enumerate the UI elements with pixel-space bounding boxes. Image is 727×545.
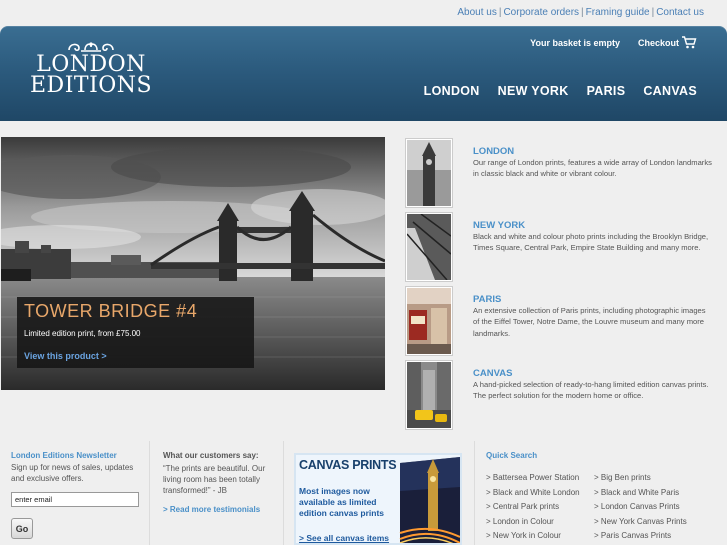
newsletter-text: Sign up for news of sales, updates and e…: [11, 463, 134, 483]
hero-caption: TOWER BRIDGE #4 Limited edition print, f…: [17, 297, 254, 368]
quick-link-bw-london[interactable]: > Black and White London: [486, 487, 594, 499]
quick-search-panel: Quick Search > Battersea Power Station >…: [474, 441, 727, 545]
category-new-york-title[interactable]: NEW YORK: [473, 220, 525, 231]
category-canvas: CANVAS A hand-picked selection of ready-…: [405, 359, 727, 433]
main-nav: LONDON NEW YORK PARIS CANVAS: [424, 84, 697, 98]
quick-link-battersea[interactable]: > Battersea Power Station: [486, 472, 594, 484]
canvas-prints-banner[interactable]: CANVAS PRINTS Most images now available …: [294, 453, 462, 545]
quick-link-bw-paris[interactable]: > Black and White Paris: [594, 487, 726, 499]
top-links: About us | Corporate orders | Framing guide |…: [457, 7, 704, 18]
quick-search-title: Quick Search: [486, 451, 538, 460]
view-product-link[interactable]: View this product >: [24, 351, 247, 361]
footer-section: London Editions Newsletter Sign up for n…: [0, 441, 727, 545]
category-new-york-desc: Black and white and colour photo prints …: [473, 232, 709, 253]
go-button[interactable]: Go: [11, 518, 33, 539]
site-header: LONDON EDITIONS Your basket is empty Che…: [0, 26, 727, 121]
read-more-testimonials-link[interactable]: > Read more testimonials: [163, 505, 271, 514]
quick-link-ny-colour[interactable]: > New York in Colour: [486, 530, 594, 542]
hero-subtitle: Limited edition print, from £75.00: [24, 329, 141, 338]
contact-us-link[interactable]: Contact us: [656, 7, 704, 18]
canvas-big-ben-image: [399, 457, 460, 543]
separator: |: [581, 7, 584, 18]
quick-link-big-ben[interactable]: > Big Ben prints: [594, 472, 726, 484]
nav-canvas[interactable]: CANVAS: [643, 84, 697, 98]
canvas-banner-body: Most images now available as limited edi…: [299, 486, 385, 518]
canvas-thumbnail[interactable]: [405, 360, 453, 430]
london-thumbnail[interactable]: [405, 138, 453, 208]
nav-new-york[interactable]: NEW YORK: [498, 84, 569, 98]
quick-link-ny-canvas[interactable]: > New York Canvas Prints: [594, 516, 726, 528]
category-london: LONDON Our range of London prints, featu…: [405, 137, 727, 211]
new-york-thumbnail[interactable]: [405, 212, 453, 282]
checkout-link[interactable]: Checkout: [638, 38, 679, 48]
quick-link-london-colour[interactable]: > London in Colour: [486, 516, 594, 528]
category-paris: PARIS An extensive collection of Paris p…: [405, 285, 727, 359]
logo-line-1: LONDON: [36, 52, 146, 77]
category-paris-title[interactable]: PARIS: [473, 294, 501, 305]
nav-paris[interactable]: PARIS: [587, 84, 626, 98]
hero-banner[interactable]: TOWER BRIDGE #4 Limited edition print, f…: [1, 137, 385, 390]
category-new-york: NEW YORK Black and white and colour phot…: [405, 211, 727, 285]
site-logo[interactable]: LONDON EDITIONS: [30, 40, 153, 98]
category-paris-desc: An extensive collection of Paris prints,…: [473, 306, 706, 338]
nav-london[interactable]: LONDON: [424, 84, 480, 98]
quick-link-central-park[interactable]: > Central Park prints: [486, 501, 594, 513]
email-field[interactable]: [11, 492, 139, 507]
testimonials-title: What our customers say:: [163, 451, 259, 460]
see-all-canvas-link[interactable]: > See all canvas items: [299, 533, 389, 543]
newsletter-panel: London Editions Newsletter Sign up for n…: [0, 441, 150, 545]
testimonials-panel: What our customers say: “The prints are …: [151, 441, 284, 545]
category-canvas-title[interactable]: CANVAS: [473, 368, 512, 379]
hero-title: TOWER BRIDGE #4: [24, 301, 198, 321]
quick-link-london-canvas[interactable]: > London Canvas Prints: [594, 501, 726, 513]
category-london-title[interactable]: LONDON: [473, 146, 514, 157]
canvas-banner-title: CANVAS PRINTS: [299, 458, 397, 472]
quick-link-paris-canvas[interactable]: > Paris Canvas Prints: [594, 530, 726, 542]
category-canvas-desc: A hand-picked selection of ready-to-hang…: [473, 380, 709, 401]
about-us-link[interactable]: About us: [457, 7, 496, 18]
quick-search-links: > Battersea Power Station > Big Ben prin…: [486, 472, 726, 542]
testimonial-quote: “The prints are beautiful. Our living ro…: [163, 464, 266, 495]
framing-guide-link[interactable]: Framing guide: [586, 7, 650, 18]
corporate-orders-link[interactable]: Corporate orders: [503, 7, 579, 18]
paris-thumbnail[interactable]: [405, 286, 453, 356]
category-london-desc: Our range of London prints, features a w…: [473, 158, 712, 179]
basket-status[interactable]: Your basket is empty: [530, 38, 620, 48]
newsletter-title: London Editions Newsletter: [11, 451, 117, 460]
cart-icon[interactable]: [681, 35, 697, 49]
logo-line-2: EDITIONS: [30, 73, 153, 98]
category-list: LONDON Our range of London prints, featu…: [405, 137, 727, 433]
